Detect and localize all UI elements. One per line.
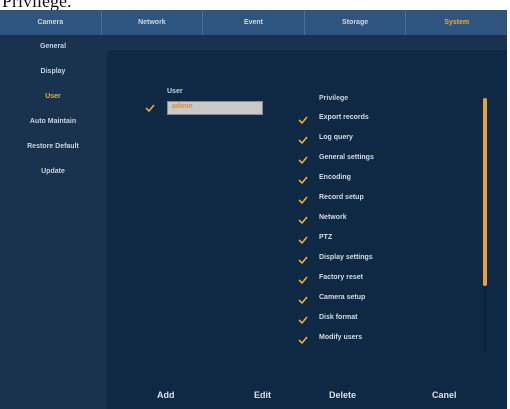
- privilege-disk-format: Disk format: [319, 314, 358, 321]
- privilege-check-icon[interactable]: [298, 176, 308, 184]
- privilege-factory-reset: Factory reset: [319, 274, 363, 281]
- privilege-check-icon[interactable]: [298, 116, 308, 124]
- sidebar-item-display[interactable]: Display: [0, 68, 106, 75]
- sidebar-item-user[interactable]: User: [0, 93, 106, 100]
- privilege-network: Network: [319, 214, 347, 221]
- delete-button[interactable]: Delete: [329, 390, 356, 400]
- sidebar: General Display User Auto Maintain Resto…: [0, 35, 106, 409]
- privilege-check-icon[interactable]: [298, 336, 308, 344]
- tab-network[interactable]: Network: [102, 10, 204, 35]
- sidebar-item-update[interactable]: Update: [0, 168, 106, 175]
- sidebar-item-auto-maintain[interactable]: Auto Maintain: [0, 118, 106, 125]
- privilege-scrollbar[interactable]: [483, 98, 487, 352]
- add-button[interactable]: Add: [157, 390, 175, 400]
- privilege-check-icon[interactable]: [298, 256, 308, 264]
- user-selected-check-icon: [145, 104, 155, 112]
- privilege-check-icon[interactable]: [298, 236, 308, 244]
- privilege-general-settings: General settings: [319, 154, 374, 161]
- privilege-check-icon[interactable]: [298, 276, 308, 284]
- privilege-camera-setup: Camera setup: [319, 294, 366, 301]
- privilege-record-setup: Record setup: [319, 194, 364, 201]
- tab-storage[interactable]: Storage: [305, 10, 407, 35]
- privilege-check-icon[interactable]: [298, 196, 308, 204]
- user-settings-panel: User admin Privilege Export records Log …: [107, 50, 507, 409]
- privilege-scrollbar-thumb[interactable]: [483, 98, 487, 286]
- user-name: admin: [172, 103, 193, 110]
- privilege-check-icon[interactable]: [298, 156, 308, 164]
- top-navigation: Camera Network Event Storage System: [0, 10, 507, 35]
- privilege-display-settings: Display settings: [319, 254, 373, 261]
- tab-system[interactable]: System: [406, 10, 507, 35]
- edit-button[interactable]: Edit: [254, 390, 271, 400]
- tab-event[interactable]: Event: [203, 10, 305, 35]
- privilege-encoding: Encoding: [319, 174, 351, 181]
- user-list-item-admin[interactable]: admin: [167, 101, 263, 115]
- tab-camera[interactable]: Camera: [0, 10, 102, 35]
- cancel-button[interactable]: Canel: [432, 390, 457, 400]
- privilege-check-icon[interactable]: [298, 136, 308, 144]
- privilege-check-icon[interactable]: [298, 296, 308, 304]
- privilege-check-icon[interactable]: [298, 216, 308, 224]
- privilege-header: Privilege: [319, 95, 349, 102]
- caption-text: Privilege.: [2, 0, 72, 10]
- dvr-settings-window: Camera Network Event Storage System Gene…: [0, 10, 507, 409]
- user-list-header: User: [167, 88, 183, 95]
- sidebar-item-general[interactable]: General: [0, 43, 106, 50]
- privilege-ptz: PTZ: [319, 234, 333, 241]
- privilege-modify-users: Modify users: [319, 334, 363, 341]
- document-caption-fragment: Privilege.: [0, 0, 510, 10]
- privilege-export-records: Export records: [319, 114, 369, 121]
- privilege-check-icon[interactable]: [298, 316, 308, 324]
- sidebar-item-restore-default[interactable]: Restore Default: [0, 143, 106, 150]
- privilege-log-query: Log query: [319, 134, 353, 141]
